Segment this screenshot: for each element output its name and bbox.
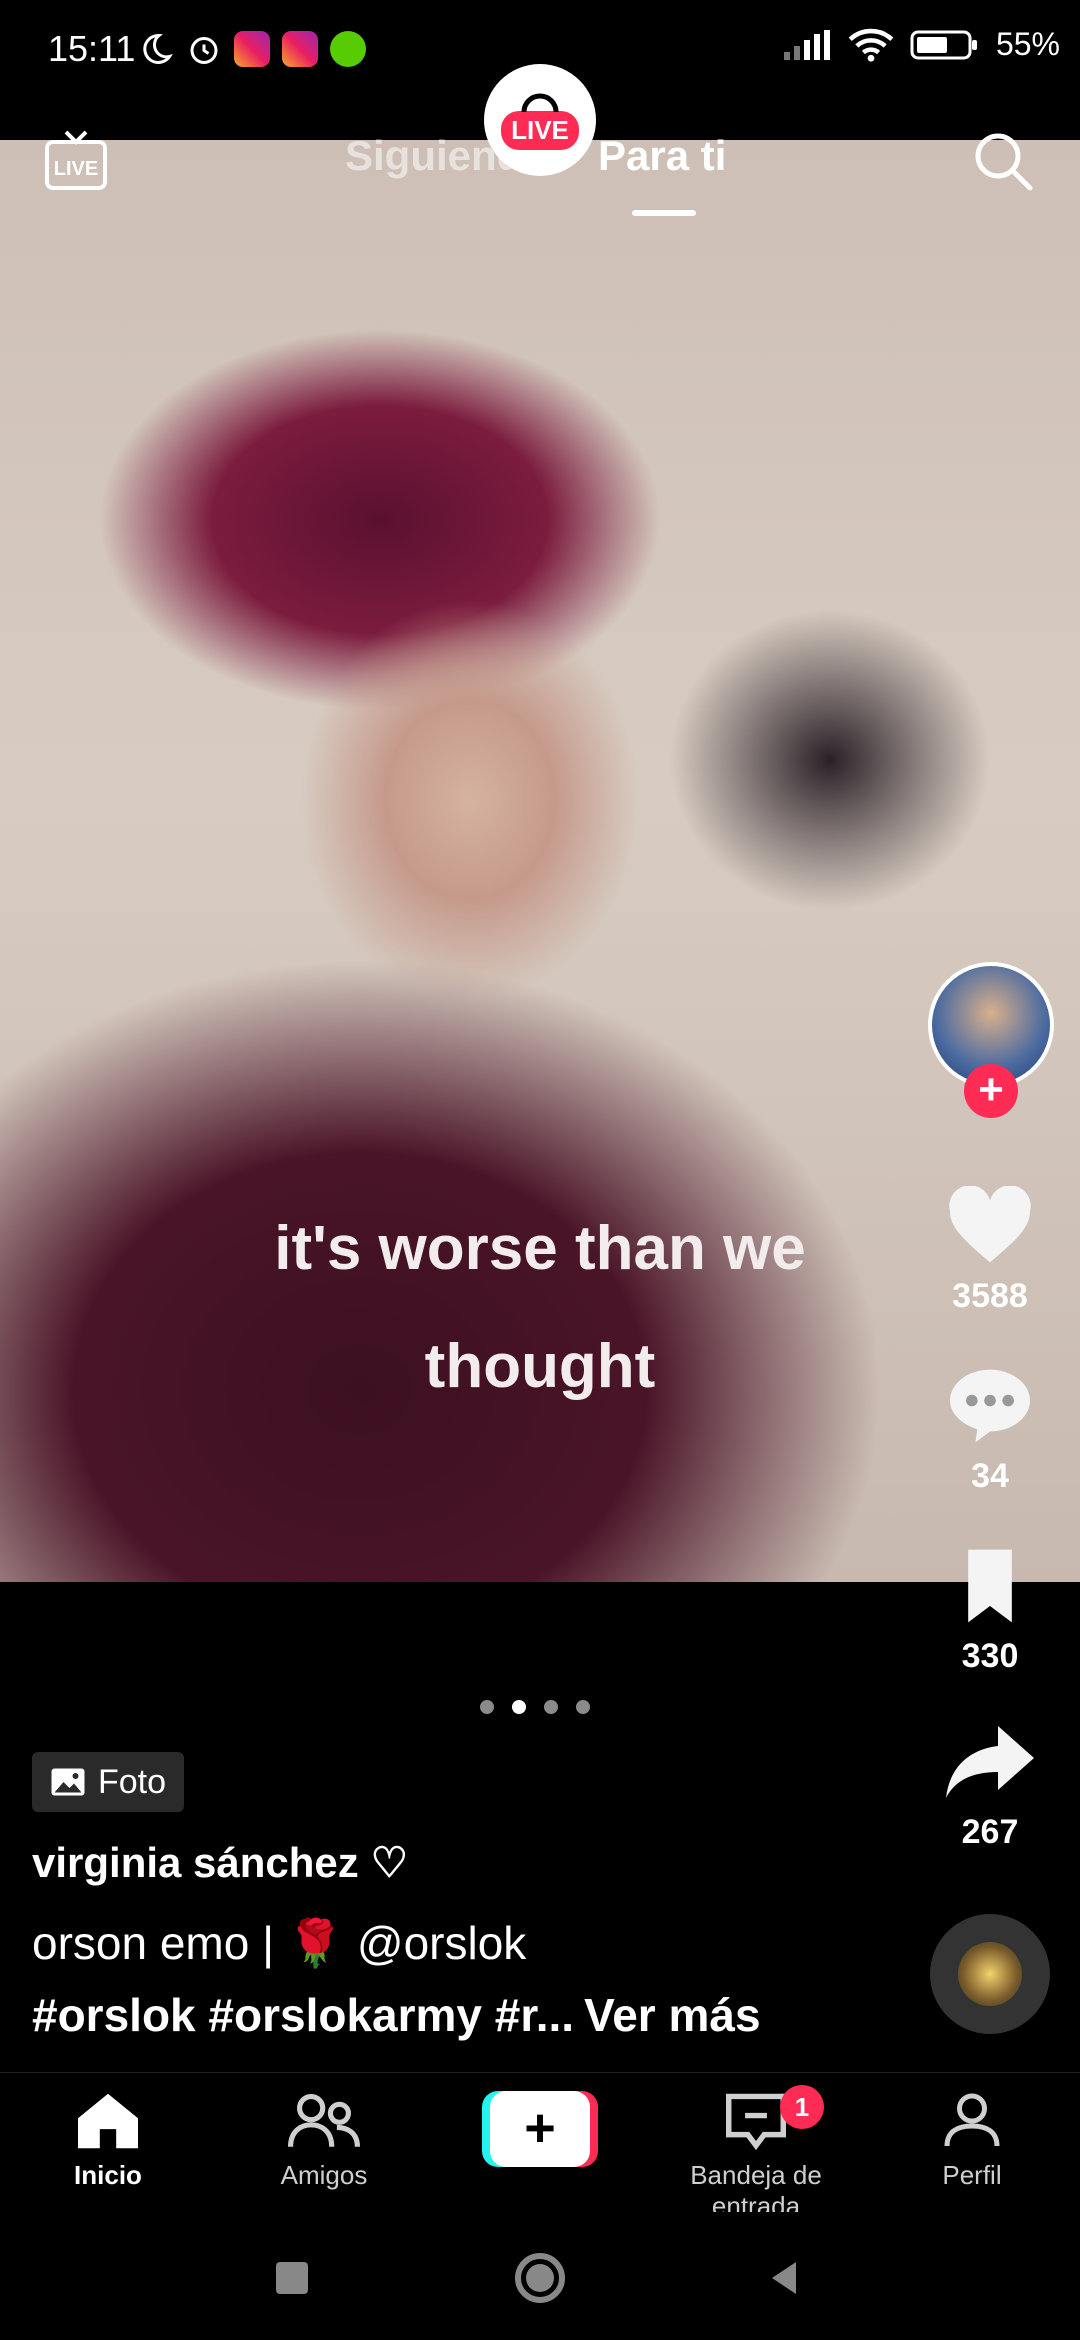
nav-home-label: Inicio xyxy=(74,2160,142,2190)
music-cover xyxy=(958,1942,1022,2006)
status-time: 15:11 xyxy=(48,28,136,69)
active-tab-indicator xyxy=(632,210,696,216)
system-status-icons: 55% xyxy=(782,26,1060,63)
hashtag-list[interactable]: #orslok #orslokarmy #r... xyxy=(32,1989,574,2041)
nav-home[interactable]: Inicio xyxy=(8,2091,208,2191)
signal-icon xyxy=(783,29,830,60)
carousel-indicator xyxy=(480,1700,590,1714)
instagram-icon xyxy=(234,31,270,67)
save-action[interactable]: 330 xyxy=(930,1546,1050,1676)
tab-for-you[interactable]: Para ti xyxy=(598,132,726,180)
carousel-dot[interactable] xyxy=(576,1700,590,1714)
instagram-icon xyxy=(282,31,318,67)
system-navigation-bar xyxy=(0,2212,1080,2340)
inbox-icon xyxy=(726,2093,786,2151)
photo-caption-overlay: it's worse than we thought xyxy=(0,1190,1080,1426)
like-count: 3588 xyxy=(952,1277,1028,1315)
see-more-link[interactable]: Ver más xyxy=(584,1989,760,2041)
save-count: 330 xyxy=(961,1637,1019,1675)
live-badge: LIVE xyxy=(501,110,579,150)
comment-count: 34 xyxy=(971,1457,1009,1495)
wifi-icon xyxy=(848,28,894,62)
nav-profile-label: Perfil xyxy=(942,2160,1002,2190)
bottom-navigation: Inicio Amigos + 1 Bandeja de entrada Per… xyxy=(0,2072,1080,2221)
nav-profile[interactable]: Perfil xyxy=(872,2091,1072,2191)
share-action[interactable]: 267 xyxy=(930,1722,1050,1852)
heart-icon xyxy=(949,1185,1031,1263)
post-hashtags: #orslok #orslokarmy #r... Ver más xyxy=(32,1988,761,2042)
share-count: 267 xyxy=(961,1813,1019,1851)
search-button[interactable] xyxy=(970,128,1036,194)
alarm-icon xyxy=(190,37,218,64)
nav-friends[interactable]: Amigos xyxy=(224,2091,424,2191)
home-circle-icon[interactable] xyxy=(512,2250,568,2306)
duolingo-icon xyxy=(330,31,366,67)
comment-action[interactable]: 34 xyxy=(930,1366,1050,1496)
photo-chip-label: Foto xyxy=(98,1762,167,1801)
carousel-dot-active[interactable] xyxy=(512,1700,526,1714)
photo-mode-chip[interactable]: Foto xyxy=(32,1752,185,1812)
creator-username[interactable]: virginia sánchez ♡ xyxy=(32,1838,408,1887)
battery-icon xyxy=(910,30,977,59)
caption-line-1: it's worse than we xyxy=(274,1214,806,1283)
recents-icon[interactable] xyxy=(272,2258,312,2298)
moon-icon xyxy=(143,33,173,64)
nav-inbox[interactable]: 1 Bandeja de entrada xyxy=(656,2085,856,2222)
follow-button[interactable]: + xyxy=(964,1064,1018,1118)
profile-icon xyxy=(944,2093,1000,2147)
battery-percent: 55% xyxy=(995,26,1060,62)
notification-icons xyxy=(138,24,366,74)
inbox-badge: 1 xyxy=(780,2085,824,2129)
plus-icon: + xyxy=(490,2091,590,2167)
image-icon xyxy=(51,1768,85,1796)
carousel-dot[interactable] xyxy=(480,1700,494,1714)
back-icon[interactable] xyxy=(764,2258,804,2298)
nav-friends-label: Amigos xyxy=(280,2160,368,2190)
home-icon xyxy=(78,2093,138,2149)
share-arrow-icon xyxy=(946,1726,1034,1798)
live-button[interactable]: LIVE xyxy=(484,64,596,176)
create-button[interactable]: + xyxy=(482,2091,598,2167)
live-handle-icon xyxy=(521,93,559,113)
comment-icon xyxy=(950,1369,1030,1443)
carousel-dot[interactable] xyxy=(544,1700,558,1714)
bookmark-icon xyxy=(968,1549,1012,1623)
friends-icon xyxy=(288,2094,360,2147)
post-description: orson emo | 🌹 @orslok xyxy=(32,1917,527,1969)
music-disc[interactable] xyxy=(930,1914,1050,2034)
caption-line-2: thought xyxy=(424,1332,656,1401)
like-action[interactable]: 3588 xyxy=(930,1185,1050,1316)
search-icon xyxy=(975,133,1033,191)
